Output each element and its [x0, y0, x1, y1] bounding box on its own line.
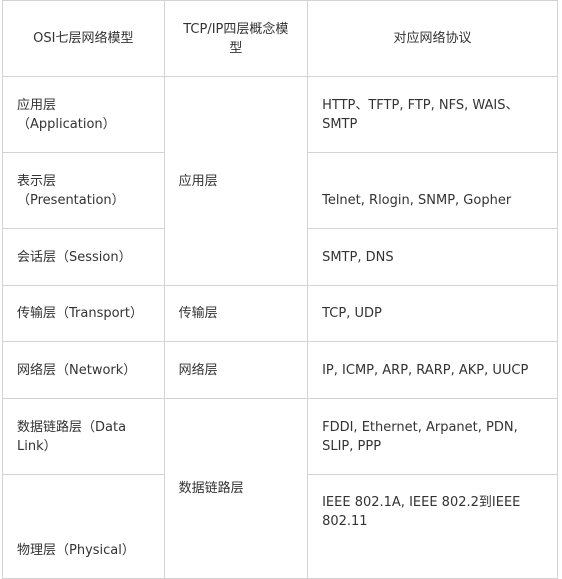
table-row: 应用层 （Application） 应用层 HTTP、TFTP, FTP, NF…	[2, 76, 558, 286]
osi-session-cell: 会话层（Session）	[2, 228, 165, 286]
header-tcpip-model: TCP/IP四层概念模型	[163, 0, 309, 77]
table-row: 传输层（Transport） 传输层 TCP, UDP	[2, 285, 558, 342]
tcpip-network-cell: 网络层	[163, 341, 309, 399]
header-protocols: 对应网络协议	[307, 0, 558, 77]
tcpip-transport-cell: 传输层	[163, 285, 309, 342]
protocols-datalink-cell: FDDI, Ethernet, Arpanet, PDN, SLIP, PPP	[307, 398, 558, 475]
osi-application-name: 应用层	[17, 97, 57, 113]
osi-transport-cell: 传输层（Transport）	[2, 285, 165, 342]
osi-datalink-cell: 数据链路层（Data Link）	[2, 398, 165, 475]
osi-presentation-name: 表示层	[17, 173, 57, 189]
protocols-physical-cell: IEEE 802.1A, IEEE 802.2到IEEE 802.11	[307, 474, 558, 579]
header-osi-model: OSI七层网络模型	[2, 0, 165, 77]
tcpip-application-cell: 应用层	[163, 76, 309, 286]
osi-presentation-cell: 表示层 （Presentation）	[2, 152, 165, 229]
protocols-transport-cell: TCP, UDP	[307, 285, 558, 342]
osi-application-en: （Application）	[17, 116, 116, 132]
osi-tcpip-protocol-table: OSI七层网络模型 TCP/IP四层概念模型 对应网络协议 应用层 （Appli…	[2, 0, 558, 579]
protocols-presentation-cell: Telnet, Rlogin, SNMP, Gopher	[307, 152, 558, 229]
osi-presentation-en: （Presentation）	[17, 192, 125, 208]
osi-application-cell: 应用层 （Application）	[2, 76, 165, 153]
table-row: 数据链路层（Data Link） 数据链路层 FDDI, Ethernet, A…	[2, 398, 558, 579]
osi-network-cell: 网络层（Network）	[2, 341, 165, 399]
protocols-session-cell: SMTP, DNS	[307, 228, 558, 286]
table-row: 网络层（Network） 网络层 IP, ICMP, ARP, RARP, AK…	[2, 341, 558, 399]
osi-physical-cell: 物理层（Physical）	[2, 474, 165, 579]
tcpip-datalink-cell: 数据链路层	[163, 398, 309, 579]
protocols-network-cell: IP, ICMP, ARP, RARP, AKP, UUCP	[307, 341, 558, 399]
protocols-application-cell: HTTP、TFTP, FTP, NFS, WAIS、SMTP	[307, 76, 558, 153]
header-row: OSI七层网络模型 TCP/IP四层概念模型 对应网络协议	[2, 0, 558, 77]
